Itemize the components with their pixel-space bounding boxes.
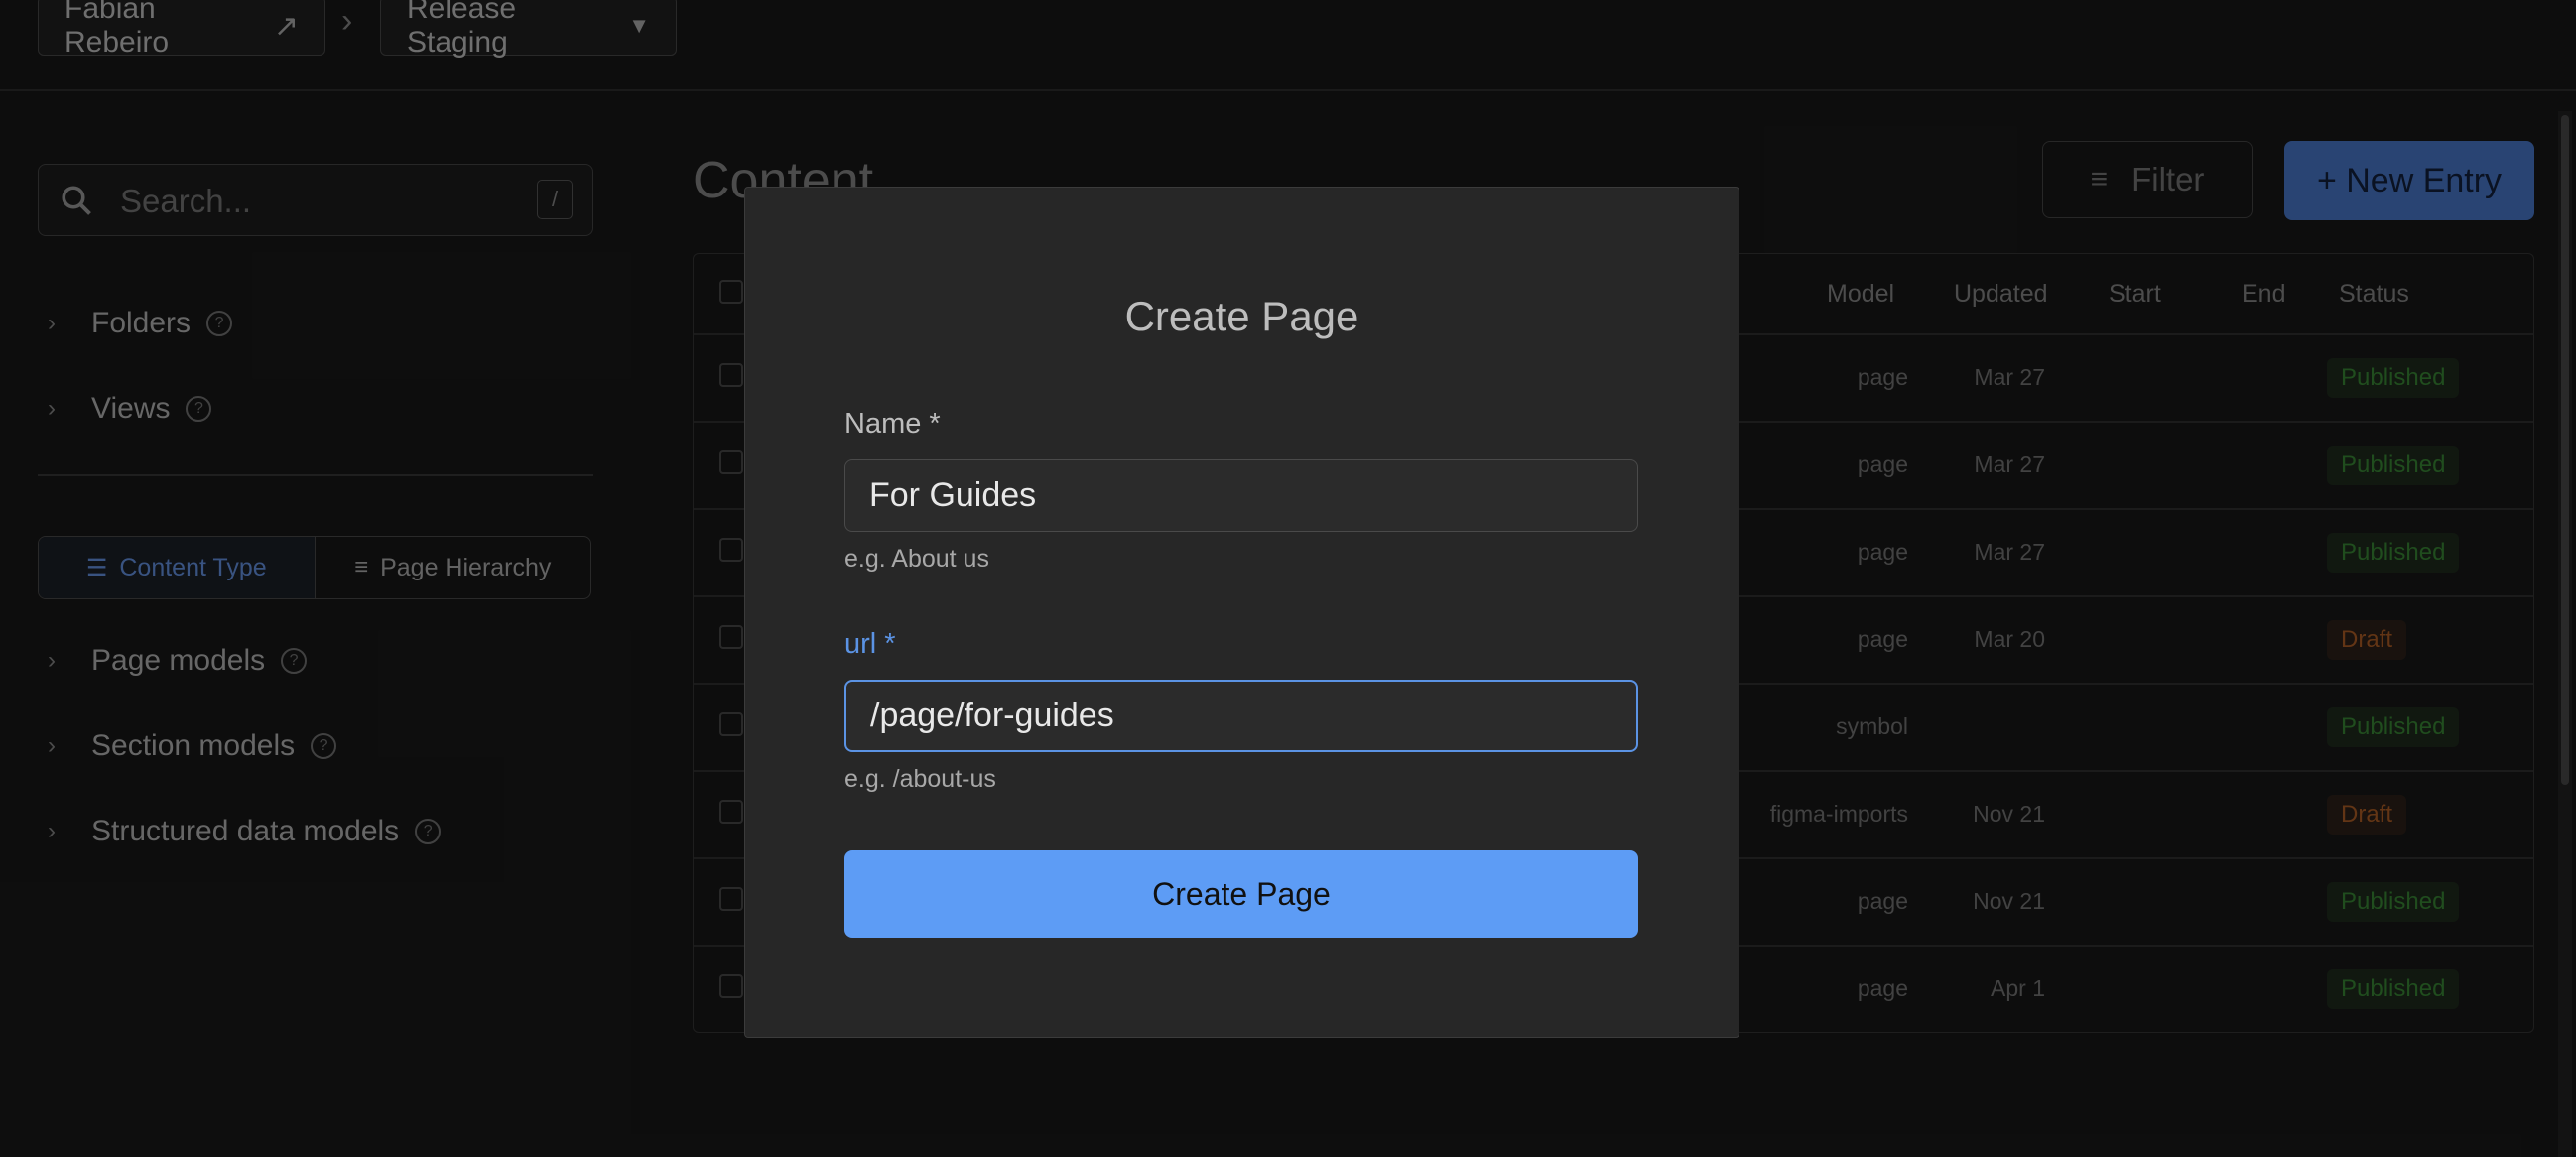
create-page-button[interactable]: Create Page: [844, 850, 1638, 938]
name-field[interactable]: For Guides: [844, 459, 1638, 532]
name-field-label: Name *: [844, 408, 941, 440]
name-field-value: For Guides: [869, 476, 1037, 514]
url-field-hint: e.g. /about-us: [844, 765, 996, 793]
url-field[interactable]: /page/for-guides: [844, 680, 1638, 752]
dialog-title: Create Page: [1124, 293, 1359, 339]
name-field-hint: e.g. About us: [844, 545, 989, 573]
create-page-button-label: Create Page: [1152, 875, 1331, 912]
create-page-dialog: Create Page Name * For Guides e.g. About…: [744, 187, 1739, 1038]
url-field-value: /page/for-guides: [870, 697, 1114, 734]
url-field-label: url *: [844, 628, 896, 660]
